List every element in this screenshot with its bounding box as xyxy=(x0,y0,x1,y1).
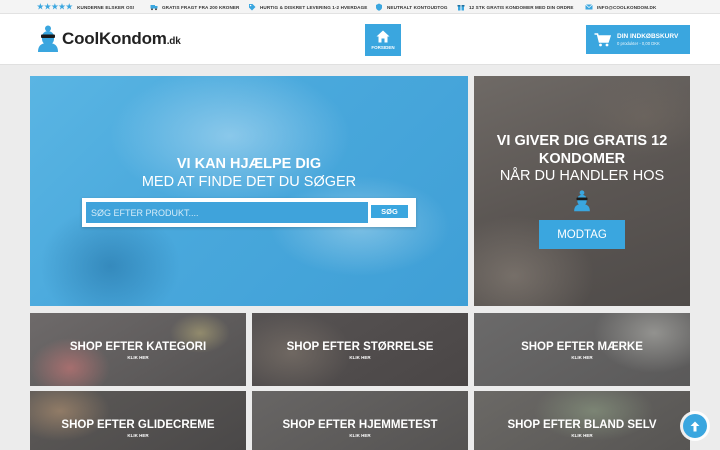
search-input[interactable] xyxy=(86,202,368,223)
tag-icon xyxy=(249,4,256,11)
topbar-rating: ★★★★★ KUNDERNE ELSKER OS! xyxy=(37,3,134,11)
search-button[interactable]: SØG xyxy=(370,204,409,219)
logo-suffix: .dk xyxy=(166,36,181,47)
tile-title: SHOP EFTER STØRRELSE xyxy=(286,341,434,353)
truck-icon xyxy=(150,5,158,11)
home-label: FORSIDEN xyxy=(371,45,395,50)
logo-text: CoolKondom.dk xyxy=(62,29,181,49)
tile-title: SHOP EFTER GLIDECREME xyxy=(61,419,215,431)
tile-title: SHOP EFTER KATEGORI xyxy=(69,341,207,353)
cart-icon xyxy=(594,32,611,46)
topbar-email[interactable]: INFO@COOLKONDOM.DK xyxy=(585,3,656,11)
site-header: CoolKondom.dk FORSIDEN DIN INDKØBSKURV 0… xyxy=(0,14,720,65)
shield-icon xyxy=(376,3,382,11)
home-button[interactable]: FORSIDEN xyxy=(365,24,401,56)
hero-title: VI KAN HJÆLPE DIG xyxy=(176,156,322,172)
hero-search-banner: VI KAN HJÆLPE DIG MED AT FINDE DET DU SØ… xyxy=(30,76,468,306)
rating-stars-icon: ★★★★★ xyxy=(37,2,74,11)
tile-subtitle: KLIK HER xyxy=(571,355,593,360)
tile-shop-brand[interactable]: SHOP EFTER MÆRKE KLIK HER xyxy=(474,313,690,386)
promo-headline: VI GIVER DIG GRATIS 12 KONDOMER xyxy=(496,133,668,167)
tile-subtitle: KLIK HER xyxy=(349,355,371,360)
top-info-bar: ★★★★★ KUNDERNE ELSKER OS! GRATIS FRAGT F… xyxy=(0,0,720,14)
tile-shop-lubricant[interactable]: SHOP EFTER GLIDECREME KLIK HER xyxy=(30,391,246,450)
topbar-text-email[interactable]: INFO@COOLKONDOM.DK xyxy=(597,5,656,10)
topbar-text-rating: KUNDERNE ELSKER OS! xyxy=(77,4,135,10)
arrow-up-icon xyxy=(690,421,700,431)
mail-icon xyxy=(585,4,593,10)
tile-subtitle: KLIK HER xyxy=(127,433,149,438)
tile-subtitle: KLIK HER xyxy=(127,355,149,360)
gift-icon xyxy=(457,5,465,11)
topbar-free-condoms: 12 STK GRATIS KONDOMER MED DIN ORDRE xyxy=(457,3,574,11)
topbar-text-shipping: GRATIS FRAGT FRA 200 KRONER xyxy=(162,4,240,10)
hero-subtitle: MED AT FINDE DET DU SØGER xyxy=(141,174,357,190)
tile-subtitle: KLIK HER xyxy=(349,433,371,438)
home-icon xyxy=(376,30,390,43)
tile-shop-category[interactable]: SHOP EFTER KATEGORI KLIK HER xyxy=(30,313,246,386)
cart-title: DIN INDKØBSKURV xyxy=(617,32,679,40)
mascot-icon xyxy=(38,25,58,52)
topbar-delivery: HURTIG & DISKRET LEVERING 1-2 HVERDAGE xyxy=(248,3,367,11)
scroll-to-top-button[interactable] xyxy=(683,414,707,438)
tile-shop-home-test[interactable]: SHOP EFTER HJEMMETEST KLIK HER xyxy=(252,391,468,450)
cart-button[interactable]: DIN INDKØBSKURV 0 produkter - 0,00 DKK xyxy=(586,25,690,54)
cart-text: DIN INDKØBSKURV 0 produkter - 0,00 DKK xyxy=(617,33,678,47)
logo-main: CoolKondom xyxy=(62,29,167,48)
tile-subtitle: KLIK HER xyxy=(571,433,593,438)
promo-subline: NÅR DU HANDLER HOS xyxy=(499,168,665,184)
modtag-button[interactable]: MODTAG xyxy=(539,220,625,249)
mascot-icon xyxy=(574,190,590,212)
search-box: SØG xyxy=(82,198,416,227)
cart-summary: 0 produkter - 0,00 DKK xyxy=(617,40,660,46)
site-logo[interactable]: CoolKondom.dk xyxy=(37,25,181,53)
tile-title: SHOP EFTER BLAND SELV xyxy=(507,419,657,431)
tile-shop-size[interactable]: SHOP EFTER STØRRELSE KLIK HER xyxy=(252,313,468,386)
tile-title: SHOP EFTER HJEMMETEST xyxy=(282,419,438,431)
topbar-statement: NEUTRALT KONTOUDTOG xyxy=(375,3,448,11)
tile-title: SHOP EFTER MÆRKE xyxy=(521,341,643,353)
free-condoms-promo: VI GIVER DIG GRATIS 12 KONDOMER NÅR DU H… xyxy=(474,76,690,306)
topbar-text-statement: NEUTRALT KONTOUDTOG xyxy=(387,4,448,10)
tile-shop-mix-yourself[interactable]: SHOP EFTER BLAND SELV KLIK HER xyxy=(474,391,690,450)
topbar-text-delivery: HURTIG & DISKRET LEVERING 1-2 HVERDAGE xyxy=(260,4,368,10)
topbar-text-condoms: 12 STK GRATIS KONDOMER MED DIN ORDRE xyxy=(469,4,574,10)
topbar-free-shipping: GRATIS FRAGT FRA 200 KRONER xyxy=(150,3,239,11)
